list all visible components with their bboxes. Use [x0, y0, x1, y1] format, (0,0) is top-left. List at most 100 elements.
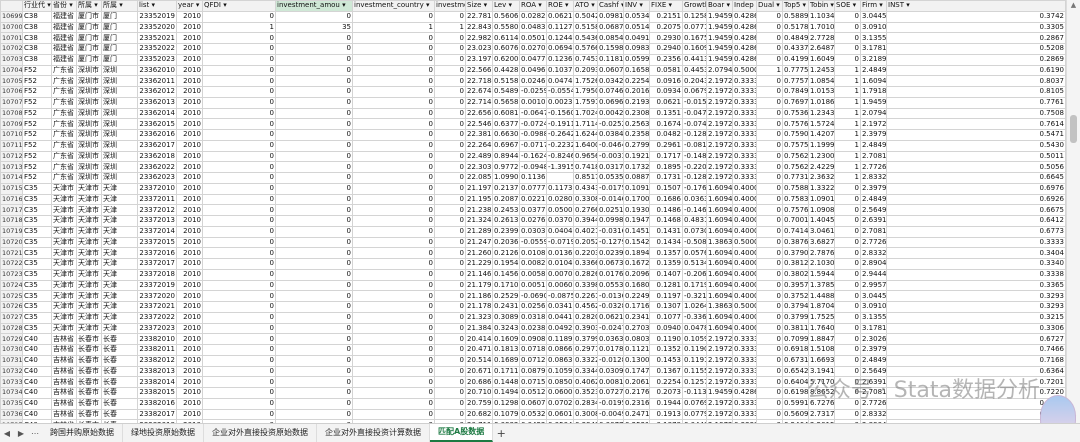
table-cell[interactable]: 深圳: [101, 150, 138, 163]
table-cell[interactable]: 0.2137: [492, 182, 520, 195]
column-header-ato[interactable]: ATO ▾: [573, 0, 598, 12]
row-number[interactable]: 10720: [0, 236, 23, 249]
table-cell[interactable]: 0: [352, 204, 435, 216]
table-cell[interactable]: 0.1351: [649, 107, 683, 120]
table-cell[interactable]: 长春市: [76, 387, 102, 399]
table-cell[interactable]: 0.4000: [732, 225, 757, 238]
table-cell[interactable]: 厦门: [101, 32, 138, 44]
table-cell[interactable]: 0.3333: [732, 86, 757, 98]
table-cell[interactable]: 0: [756, 32, 783, 44]
table-cell[interactable]: 0: [756, 290, 783, 302]
table-cell[interactable]: 天津市: [76, 301, 102, 313]
table-cell[interactable]: 2.3632: [808, 172, 835, 184]
table-cell[interactable]: 20.6827: [465, 408, 493, 421]
table-cell[interactable]: 23382016: [137, 397, 177, 410]
table-cell[interactable]: 0.1359: [649, 258, 683, 270]
table-cell[interactable]: 2.3979: [860, 182, 887, 195]
table-cell[interactable]: 0: [202, 75, 276, 87]
table-cell[interactable]: 0.4286: [732, 10, 757, 23]
table-cell[interactable]: 1.3785: [808, 279, 835, 292]
table-cell[interactable]: 0.7614: [886, 118, 1066, 130]
table-cell[interactable]: F52: [22, 161, 52, 173]
table-cell[interactable]: 0: [275, 290, 353, 302]
table-cell[interactable]: 21.1978: [465, 182, 493, 195]
table-cell[interactable]: 天津: [101, 258, 138, 270]
table-cell[interactable]: 0: [202, 236, 276, 249]
table-cell[interactable]: 23372014: [137, 225, 177, 238]
table-cell[interactable]: C38: [22, 21, 52, 34]
row-number[interactable]: 10721: [0, 247, 23, 259]
table-cell[interactable]: 天津市: [51, 236, 77, 249]
table-cell[interactable]: 2010: [176, 365, 203, 378]
table-cell[interactable]: 0: [834, 21, 861, 34]
table-cell[interactable]: 2.1972: [706, 408, 733, 421]
table-cell[interactable]: 0: [434, 43, 466, 55]
table-cell[interactable]: 0.1716: [623, 301, 650, 313]
table-cell[interactable]: 0.4000: [732, 182, 757, 195]
table-cell[interactable]: F52: [22, 64, 52, 77]
table-cell[interactable]: 0.5011: [886, 150, 1066, 163]
table-cell[interactable]: 0.6773: [886, 225, 1066, 238]
table-cell[interactable]: 2010: [176, 21, 203, 34]
sheet-tab[interactable]: 企业对外直接投资原始数据: [204, 424, 317, 442]
table-cell[interactable]: 0.3293: [886, 290, 1066, 302]
table-cell[interactable]: -1.3915: [546, 161, 574, 173]
table-cell[interactable]: 0: [275, 10, 353, 23]
table-cell[interactable]: 0: [434, 301, 466, 313]
table-row[interactable]: 10730C40吉林省长春市长春233820112010000020.47140…: [0, 344, 1066, 356]
table-cell[interactable]: 22.9820: [465, 32, 493, 44]
table-cell[interactable]: 20.4714: [465, 344, 493, 356]
table-cell[interactable]: 1.6094: [706, 204, 733, 216]
table-cell[interactable]: 20.7592: [465, 397, 493, 410]
table-row[interactable]: 10725C35天津市天津市天津233720202010000021.18630…: [0, 290, 1066, 302]
table-cell[interactable]: 0: [352, 301, 435, 313]
table-cell[interactable]: 0: [756, 96, 783, 109]
table-row[interactable]: 10708F52广东省深圳市深圳233620142010000022.65610…: [0, 107, 1066, 120]
table-cell[interactable]: 0.0679: [682, 86, 707, 98]
table-cell[interactable]: 0.1191: [682, 354, 707, 367]
table-cell[interactable]: 0: [202, 129, 276, 141]
table-cell[interactable]: 天津市: [51, 290, 77, 302]
table-cell[interactable]: 0: [756, 75, 783, 87]
table-cell[interactable]: 0.3089: [492, 311, 520, 324]
table-cell[interactable]: 天津: [101, 322, 138, 335]
table-cell[interactable]: 20.6866: [465, 376, 493, 388]
table-cell[interactable]: 福建省: [51, 43, 77, 55]
table-cell[interactable]: 0: [434, 387, 466, 399]
table-cell[interactable]: 0.1258: [682, 10, 707, 23]
row-number[interactable]: 10705: [0, 75, 23, 87]
table-cell[interactable]: 厦门市: [76, 10, 102, 23]
table-cell[interactable]: -0.3368: [682, 311, 707, 324]
table-cell[interactable]: 0.0108: [519, 247, 547, 259]
table-cell[interactable]: 0: [275, 182, 353, 195]
table-row[interactable]: 10712F52广东省深圳市深圳233620182010000022.48980…: [0, 150, 1066, 163]
table-cell[interactable]: 0.1609: [492, 333, 520, 345]
table-cell[interactable]: 0.5042: [573, 10, 598, 23]
table-row[interactable]: 10703C38福建省厦门市厦门233520232010000023.19710…: [0, 53, 1066, 66]
table-cell[interactable]: 0.0916: [649, 75, 683, 87]
table-cell[interactable]: 3.0910: [860, 301, 887, 313]
table-cell[interactable]: 吉林省: [51, 354, 77, 367]
vertical-scrollbar[interactable]: ▲ ▼: [1066, 0, 1080, 423]
table-cell[interactable]: 0.0496: [519, 64, 547, 77]
table-cell[interactable]: 0: [202, 322, 276, 335]
table-cell[interactable]: 长春: [101, 397, 138, 410]
table-cell[interactable]: 0: [202, 107, 276, 120]
table-cell[interactable]: 1.2300: [808, 150, 835, 163]
table-cell[interactable]: 21.2602: [465, 247, 493, 259]
table-cell[interactable]: 0.1434: [649, 236, 683, 249]
column-header-fixed[interactable]: FIXE ▾: [649, 0, 683, 12]
table-cell[interactable]: 天津: [101, 247, 138, 259]
table-cell[interactable]: C40: [22, 397, 52, 410]
table-cell[interactable]: 0: [275, 215, 353, 227]
table-cell[interactable]: 1.7010: [808, 21, 835, 34]
table-cell[interactable]: 0.2193: [623, 96, 650, 109]
table-cell[interactable]: 0: [202, 344, 276, 356]
table-cell[interactable]: 广东省: [51, 139, 77, 152]
table-cell[interactable]: 0.0850: [546, 376, 574, 388]
table-cell[interactable]: 广东省: [51, 118, 77, 130]
table-cell[interactable]: 深圳市: [76, 161, 102, 173]
table-cell[interactable]: 0.3812: [782, 258, 809, 270]
table-cell[interactable]: 0.1127: [546, 21, 574, 34]
table-cell[interactable]: 2.4849: [860, 354, 887, 367]
